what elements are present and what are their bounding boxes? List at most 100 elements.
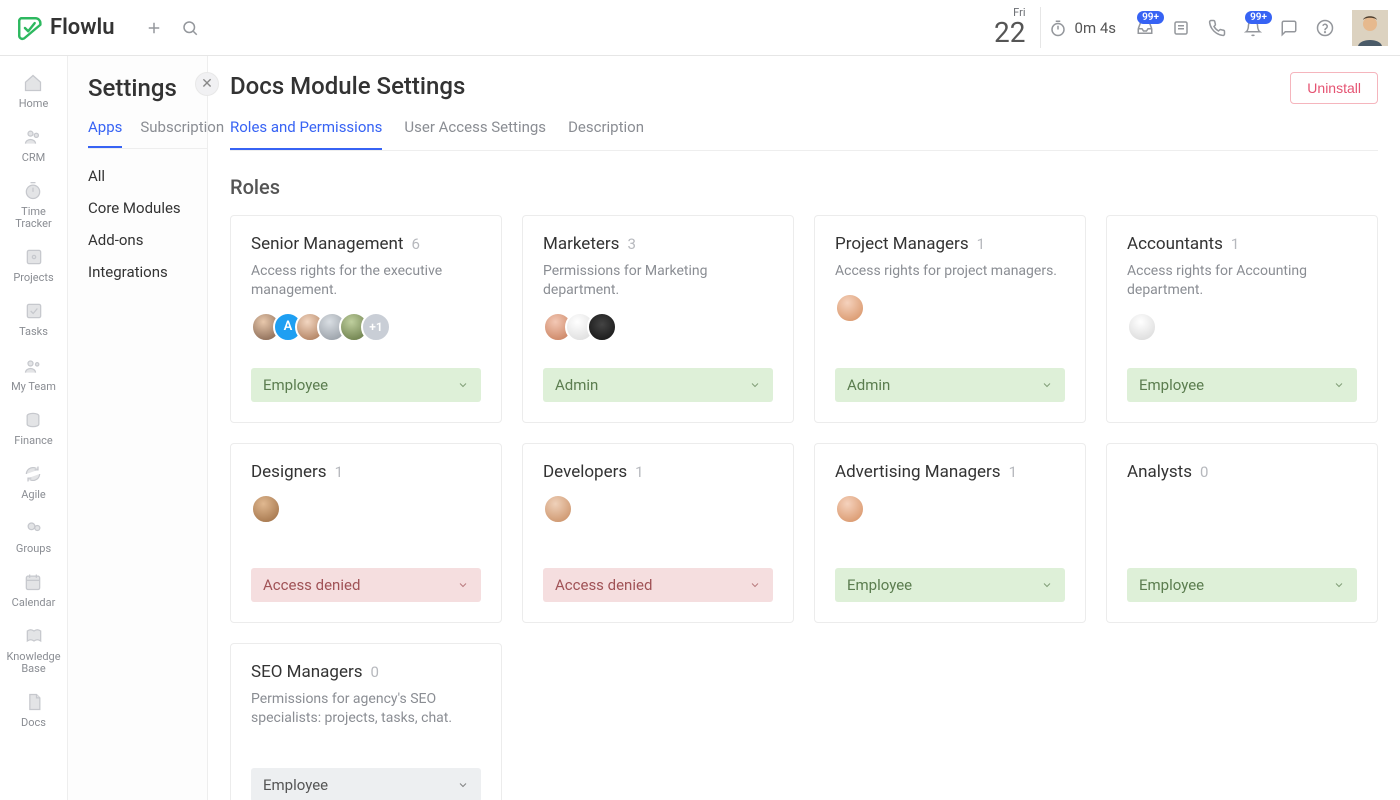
calendar-icon xyxy=(22,571,44,593)
chat-icon[interactable] xyxy=(1280,19,1298,37)
role-access-select[interactable]: Employee xyxy=(835,568,1065,602)
role-access-label: Employee xyxy=(1139,576,1204,594)
role-card: Designers1Access denied xyxy=(230,443,502,623)
timer-block[interactable]: 0m 4s xyxy=(1049,19,1116,37)
section-heading: Roles xyxy=(230,175,1378,199)
role-access-select[interactable]: Employee xyxy=(251,768,481,800)
settings-menu-add-ons[interactable]: Add-ons xyxy=(88,231,207,249)
chevron-down-icon xyxy=(457,379,469,391)
role-title: Developers xyxy=(543,462,627,482)
agile-icon xyxy=(22,463,44,485)
rail-item-calendar[interactable]: Calendar xyxy=(12,567,56,613)
search-icon[interactable] xyxy=(181,19,199,37)
role-access-label: Access denied xyxy=(263,576,360,594)
settings-tab-subscription[interactable]: Subscription xyxy=(140,118,224,148)
avatar xyxy=(1127,312,1157,342)
rail-item-label: Projects xyxy=(13,272,53,284)
role-count: 1 xyxy=(635,463,643,481)
chevron-down-icon xyxy=(1041,579,1053,591)
settings-menu: All Core Modules Add-ons Integrations xyxy=(88,167,207,281)
avatar xyxy=(543,494,573,524)
rail-item-label: Home xyxy=(19,98,49,110)
rail-item-label: Calendar xyxy=(12,597,56,609)
chevron-down-icon xyxy=(1041,379,1053,391)
avatar xyxy=(251,494,281,524)
role-access-select[interactable]: Access denied xyxy=(251,568,481,602)
settings-menu-all[interactable]: All xyxy=(88,167,207,185)
role-access-label: Access denied xyxy=(555,576,652,594)
finance-icon xyxy=(22,409,44,431)
main-tab-description[interactable]: Description xyxy=(568,118,644,150)
role-access-label: Employee xyxy=(263,376,328,394)
role-access-select[interactable]: Employee xyxy=(1127,368,1357,402)
chevron-down-icon xyxy=(1333,579,1345,591)
role-access-select[interactable]: Admin xyxy=(835,368,1065,402)
time-tracker-icon xyxy=(22,180,44,202)
role-title: Advertising Managers xyxy=(835,462,1001,482)
role-count: 1 xyxy=(977,235,985,253)
settings-menu-integrations[interactable]: Integrations xyxy=(88,263,207,281)
brand-logo-icon xyxy=(16,15,42,41)
settings-tab-apps[interactable]: Apps xyxy=(88,118,122,148)
rail-item-label: Tasks xyxy=(19,326,48,338)
crm-icon xyxy=(22,126,44,148)
role-description: Permissions for Marketing department. xyxy=(543,262,773,300)
stopwatch-icon xyxy=(1049,19,1067,37)
role-title: Analysts xyxy=(1127,462,1192,482)
rail-item-label: Docs xyxy=(21,717,46,729)
note-icon[interactable] xyxy=(1172,19,1190,37)
rail-item-time-tracker[interactable]: Time Tracker xyxy=(15,176,51,234)
main-tab-roles-and-permissions[interactable]: Roles and Permissions xyxy=(230,118,382,150)
date-day-number: 22 xyxy=(994,18,1025,49)
rail-item-tasks[interactable]: Tasks xyxy=(19,296,48,342)
date-block[interactable]: Fri 22 xyxy=(994,7,1040,49)
role-access-select[interactable]: Employee xyxy=(251,368,481,402)
role-description: Permissions for agency's SEO specialists… xyxy=(251,690,481,728)
main-tab-user-access-settings[interactable]: User Access Settings xyxy=(404,118,546,150)
timer-value: 0m 4s xyxy=(1075,19,1116,37)
rail-item-docs[interactable]: Docs xyxy=(21,687,46,733)
rail-nav: Home CRM Time Tracker Projects Tasks My Team F… xyxy=(0,56,68,800)
role-access-label: Admin xyxy=(847,376,890,394)
rail-item-projects[interactable]: Projects xyxy=(13,242,53,288)
rail-item-crm[interactable]: CRM xyxy=(22,122,46,168)
rail-item-my-team[interactable]: My Team xyxy=(11,351,56,397)
bell-icon[interactable]: 99+ xyxy=(1244,19,1262,37)
role-card: Advertising Managers1Employee xyxy=(814,443,1086,623)
role-title: SEO Managers xyxy=(251,662,363,682)
settings-menu-core-modules[interactable]: Core Modules xyxy=(88,199,207,217)
add-icon[interactable] xyxy=(145,19,163,37)
role-access-select[interactable]: Admin xyxy=(543,368,773,402)
close-icon[interactable]: ✕ xyxy=(195,72,219,96)
brand-logo[interactable]: Flowlu xyxy=(16,15,115,41)
knowledge-base-icon xyxy=(23,625,45,647)
uninstall-button[interactable]: Uninstall xyxy=(1290,72,1378,104)
chevron-down-icon xyxy=(457,579,469,591)
rail-item-home[interactable]: Home xyxy=(19,68,49,114)
phone-icon[interactable] xyxy=(1208,19,1226,37)
rail-item-knowledge-base[interactable]: Knowledge Base xyxy=(6,621,60,679)
help-icon[interactable] xyxy=(1316,19,1334,37)
inbox-badge: 99+ xyxy=(1137,11,1164,24)
user-avatar[interactable] xyxy=(1352,10,1388,46)
role-card: Accountants1Access rights for Accounting… xyxy=(1106,215,1378,423)
rail-item-finance[interactable]: Finance xyxy=(14,405,52,451)
role-title: Designers xyxy=(251,462,327,482)
main-content: Docs Module Settings Uninstall Roles and… xyxy=(208,56,1400,800)
role-avatars: A+1 xyxy=(251,312,481,342)
chevron-down-icon xyxy=(749,379,761,391)
inbox-icon[interactable]: 99+ xyxy=(1136,19,1154,37)
roles-grid: Senior Management6Access rights for the … xyxy=(230,215,1378,800)
avatar xyxy=(835,293,865,323)
role-access-select[interactable]: Employee xyxy=(1127,568,1357,602)
role-access-select[interactable]: Access denied xyxy=(543,568,773,602)
role-title: Accountants xyxy=(1127,234,1223,254)
role-card: Senior Management6Access rights for the … xyxy=(230,215,502,423)
role-card: SEO Managers0Permissions for agency's SE… xyxy=(230,643,502,800)
rail-item-groups[interactable]: Groups xyxy=(16,513,51,559)
chevron-down-icon xyxy=(457,779,469,791)
rail-item-label: Knowledge Base xyxy=(6,651,60,675)
rail-item-agile[interactable]: Agile xyxy=(21,459,46,505)
home-icon xyxy=(22,72,44,94)
role-avatars xyxy=(1127,312,1357,342)
